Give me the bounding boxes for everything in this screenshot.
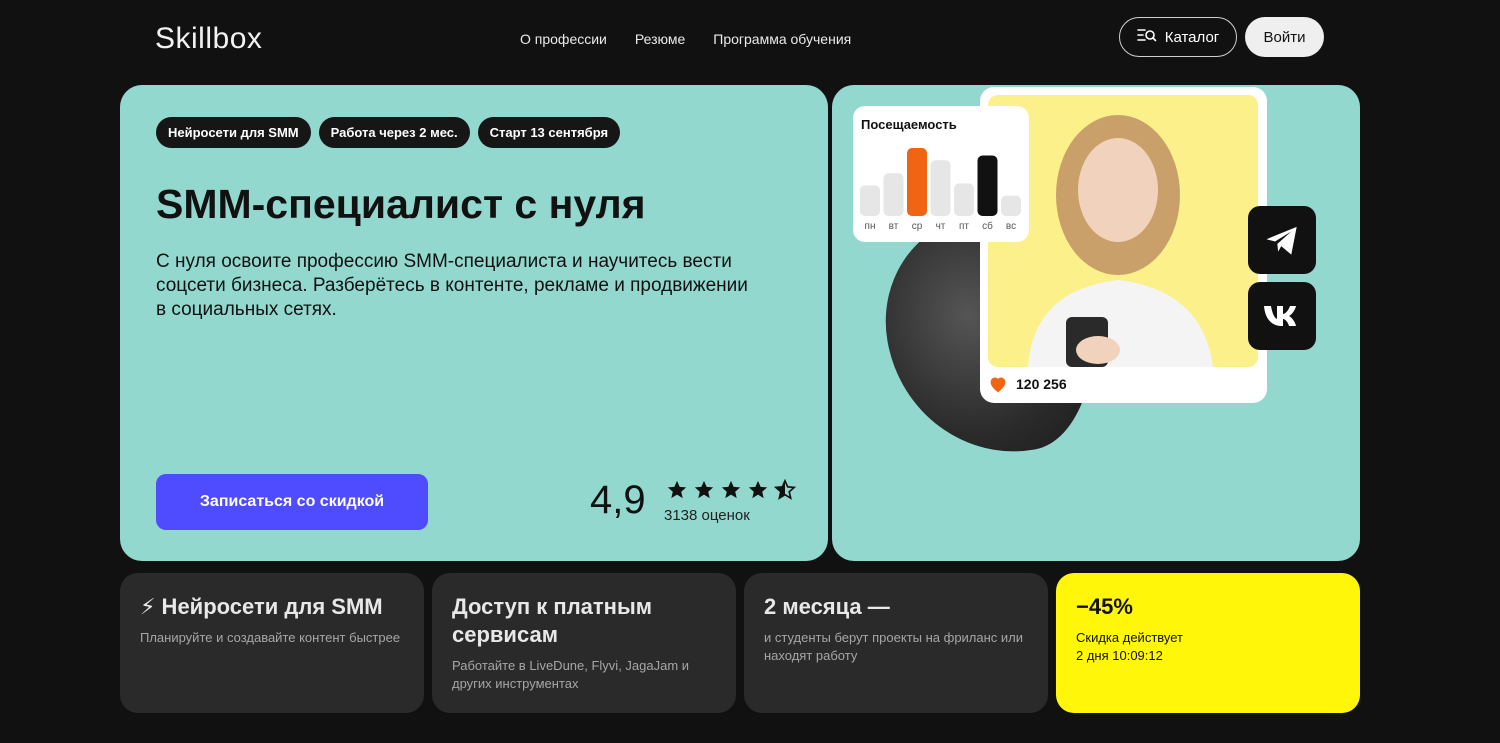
attendance-day-label: чт [936, 221, 946, 232]
tag-job: Работа через 2 мес. [318, 117, 470, 148]
star-icon [694, 480, 714, 499]
hero-card: Нейросети для SMM Работа через 2 мес. Ст… [120, 85, 828, 561]
hero-visual: 120 256 Посещаемость пн вт ср чт пт сб вс [832, 85, 1360, 561]
attendance-chart: пн вт ср чт пт сб вс [860, 148, 1021, 232]
feature-text: и студенты берут проекты на фриланс или … [764, 630, 1024, 663]
discount-text: Скидка действует 2 дня 10:09:12 [1076, 629, 1340, 665]
likes-row: 120 256 [988, 375, 1067, 393]
telegram-button[interactable] [1248, 206, 1316, 274]
discount-timer: 2 дня 10:09:12 [1076, 648, 1163, 663]
catalog-search-icon [1136, 27, 1157, 47]
discount-card[interactable]: −45% Скидка действует 2 дня 10:09:12 [1056, 573, 1360, 713]
nav-about-profession[interactable]: О профессии [520, 31, 607, 47]
nav-resume[interactable]: Резюме [635, 31, 685, 47]
rating-count: 3138 оценок [664, 507, 750, 524]
page-title: SMM-специалист с нуля [156, 181, 646, 227]
vk-button[interactable] [1248, 282, 1316, 350]
attendance-day-label: вс [1006, 221, 1016, 232]
enroll-discount-button[interactable]: Записаться со скидкой [156, 474, 428, 530]
attendance-bar-ср [907, 148, 927, 216]
course-description: С нуля освоите профессию SMM-специалиста… [156, 251, 748, 320]
half-star-icon [774, 479, 796, 500]
login-button[interactable]: Войти [1245, 17, 1324, 57]
feature-card-ai: ⚡ Нейросети для SMM Планируйте и создава… [120, 573, 424, 713]
catalog-button[interactable]: Каталог [1119, 17, 1237, 57]
discount-label: Скидка действует [1076, 630, 1183, 645]
skillbox-logo[interactable]: Skillbox [155, 22, 262, 56]
telegram-icon [1266, 226, 1297, 255]
feature-title: ⚡ Нейросети для SMM [140, 594, 383, 619]
nav-program[interactable]: Программа обучения [713, 31, 851, 47]
attendance-bar-чт [930, 160, 951, 216]
main-nav: О профессии Резюме Программа обучения [520, 31, 851, 47]
attendance-bar-сб [977, 155, 998, 216]
feature-text: Работайте в LiveDune, Flyvi, JagaJam и д… [452, 658, 690, 691]
catalog-label: Каталог [1164, 28, 1220, 46]
attendance-card: Посещаемость пн вт ср чт пт сб вс [853, 106, 1029, 242]
tag-ai: Нейросети для SMM [156, 117, 311, 148]
attendance-bar-пн [860, 185, 880, 216]
attendance-bar-вт [883, 173, 904, 216]
feature-card-services: Доступ к платным сервисам Работайте в Li… [432, 573, 736, 713]
vk-icon [1264, 306, 1296, 326]
tag-start: Старт 13 сентября [477, 117, 621, 148]
attendance-day-label: вт [889, 221, 899, 232]
feature-title: Доступ к платным сервисам [452, 594, 653, 647]
rating-value: 4,9 [590, 478, 646, 522]
attendance-day-label: пт [959, 221, 969, 232]
attendance-bar-вс [1001, 195, 1021, 216]
heart-icon [990, 377, 1006, 393]
feature-title: 2 месяца — [764, 594, 890, 619]
attendance-day-label: ср [912, 221, 923, 232]
feature-text: Планируйте и создавайте контент быстрее [140, 630, 401, 645]
attendance-day-label: пн [865, 221, 876, 232]
feature-card-months: 2 месяца — и студенты берут проекты на ф… [744, 573, 1048, 713]
attendance-day-label: сб [982, 220, 993, 232]
discount-title: −45% [1076, 594, 1133, 619]
star-icon [721, 480, 741, 499]
hero-tags: Нейросети для SMM Работа через 2 мес. Ст… [156, 117, 621, 148]
star-icon [748, 480, 768, 499]
rating-stars [666, 479, 796, 501]
star-icon [667, 480, 687, 499]
likes-count: 120 256 [1016, 376, 1067, 392]
attendance-bar-пт [954, 183, 974, 216]
